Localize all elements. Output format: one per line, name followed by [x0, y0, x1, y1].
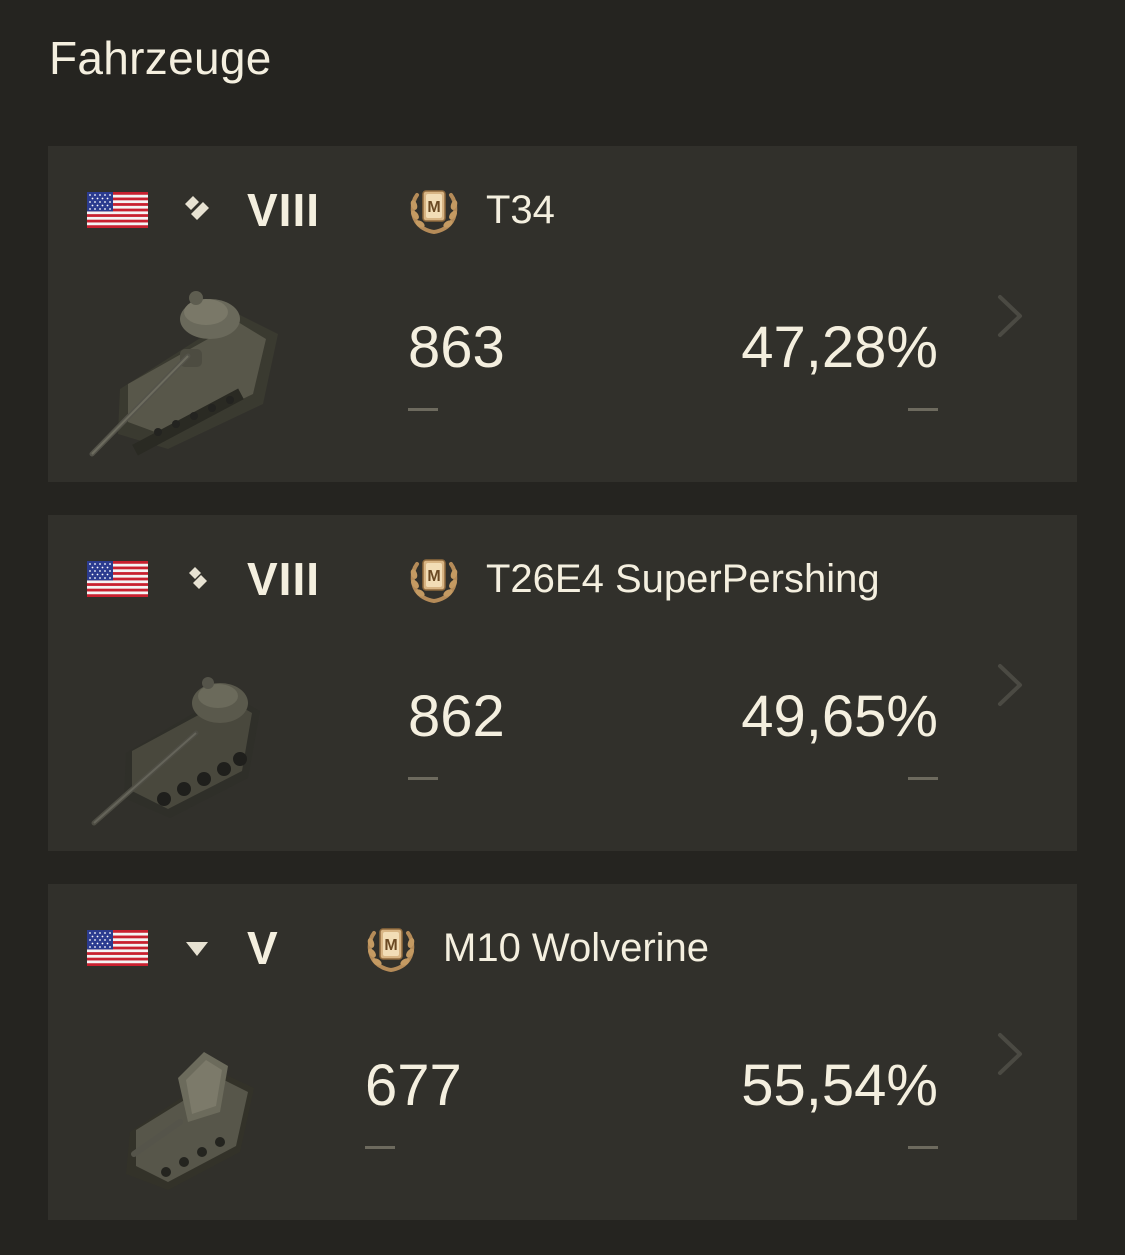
tank-image-icon	[89, 291, 278, 457]
chevron-right-icon[interactable]	[994, 660, 1026, 710]
vehicle-name: T34	[486, 188, 555, 232]
vehicle-tier: V	[247, 922, 279, 974]
battles-change-dash	[408, 408, 438, 411]
win-rate-change-dash	[908, 777, 938, 780]
mastery-badge-icon	[407, 183, 461, 237]
vehicle-tier: VIII	[247, 553, 321, 605]
win-rate: 49,65%	[741, 684, 938, 749]
win-rate-change-dash	[908, 1146, 938, 1149]
win-rate-change-dash	[908, 408, 938, 411]
win-rate: 55,54%	[741, 1053, 938, 1118]
battles-count: 862	[408, 684, 505, 749]
tank-image-icon	[91, 677, 260, 826]
mastery-badge-icon	[364, 921, 418, 975]
win-rate: 47,28%	[741, 315, 938, 380]
chevron-right-icon[interactable]	[994, 291, 1026, 341]
vehicle-name: T26E4 SuperPershing	[486, 557, 880, 601]
battles-change-dash	[365, 1146, 395, 1149]
usa-flag-icon	[87, 561, 148, 597]
heavy-tank-class-icon	[185, 196, 209, 220]
tank-destroyer-class-icon	[186, 942, 208, 956]
medium-tank-class-icon	[189, 567, 207, 589]
vehicle-card[interactable]: V M10 Wolverine 677 55,54%	[48, 884, 1077, 1220]
usa-flag-icon	[87, 930, 148, 966]
battles-count: 677	[365, 1053, 462, 1118]
tank-image-icon	[126, 1052, 254, 1190]
section-title: Fahrzeuge	[49, 32, 272, 84]
vehicle-card[interactable]: VIII T34 863 47,28%	[48, 146, 1077, 482]
battles-change-dash	[408, 777, 438, 780]
usa-flag-icon	[87, 192, 148, 228]
chevron-right-icon[interactable]	[994, 1029, 1026, 1079]
vehicle-card[interactable]: VIII T26E4 SuperPershing 862 49,65%	[48, 515, 1077, 851]
battles-count: 863	[408, 315, 505, 380]
vehicle-name: M10 Wolverine	[443, 926, 710, 970]
mastery-badge-icon	[407, 552, 461, 606]
vehicle-tier: VIII	[247, 184, 321, 236]
